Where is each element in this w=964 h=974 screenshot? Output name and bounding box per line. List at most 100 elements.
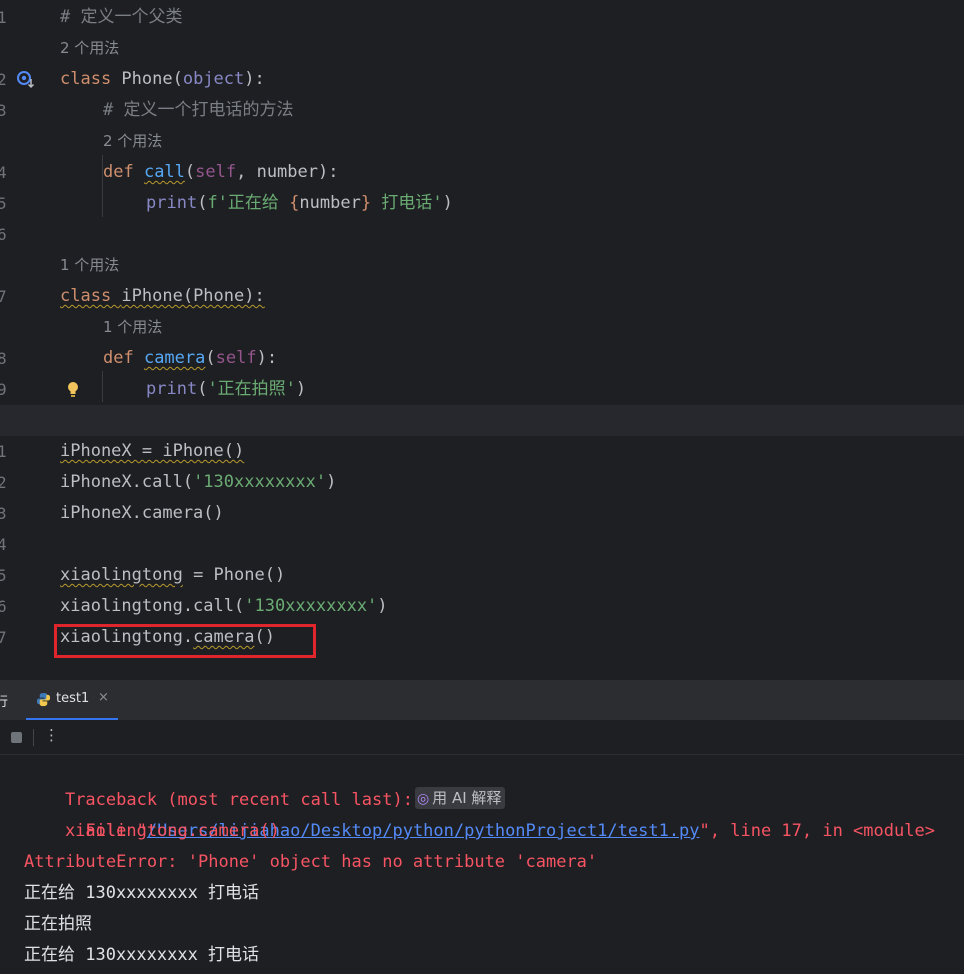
code-token: iPhone(Phone): — [121, 286, 265, 306]
code-line[interactable]: class Phone(object): — [0, 64, 964, 95]
usage-hint[interactable]: 1 个用法 — [60, 250, 119, 281]
code-token: ( — [205, 348, 216, 368]
code-token: def — [103, 162, 144, 182]
toolbar-divider — [33, 729, 34, 746]
code-line[interactable]: iPhoneX.camera() — [0, 498, 964, 529]
code-token: = Phone() — [182, 565, 286, 585]
usage-hint-line[interactable]: 1 个用法 — [0, 312, 964, 343]
code-token: 打电话' — [371, 193, 443, 213]
run-toolbar: ⋮ — [0, 720, 964, 755]
code-token: ) — [442, 193, 453, 213]
more-options-icon[interactable]: ⋮ — [44, 726, 59, 744]
code-token: , number): — [236, 162, 339, 182]
code-token: number — [299, 193, 361, 213]
code-line[interactable]: iPhoneX = iPhone() — [0, 436, 964, 467]
code-token: print — [146, 379, 198, 399]
code-token: f'正在给 — [207, 193, 290, 213]
code-token: ( — [184, 162, 196, 182]
usage-hint-line[interactable]: 1 个用法 — [0, 250, 964, 281]
python-icon — [36, 692, 51, 707]
code-line[interactable]: class iPhone(Phone): — [0, 281, 964, 312]
code-token: ) — [295, 379, 307, 399]
code-token: xiaolingtong — [60, 565, 183, 585]
tab-label: test1 — [56, 691, 90, 706]
code-token: '正在拍照' — [207, 379, 296, 399]
output-line: 正在给 130xxxxxxxx 打电话 — [24, 945, 260, 965]
code-token: { — [289, 193, 300, 213]
indent-guide — [102, 155, 103, 217]
code-token: } — [360, 193, 372, 213]
code-token: print — [146, 193, 198, 213]
usage-hint-line[interactable]: 2 个用法 — [0, 126, 964, 157]
file-suffix: ", line 17, in <module> — [699, 821, 935, 841]
code-token: iPhoneX.camera() — [60, 503, 224, 523]
lightbulb-icon[interactable] — [66, 381, 80, 399]
error-message: AttributeError: 'Phone' object has no at… — [24, 852, 598, 872]
code-text: class iPhone(Phone): — [60, 281, 265, 312]
code-token: call — [143, 162, 185, 182]
close-icon[interactable]: × — [98, 690, 109, 705]
code-editor[interactable]: 12345678901234567 # 定义一个父类2 个用法class Pho… — [0, 0, 964, 680]
code-token: self — [195, 162, 237, 182]
code-token: xiaolingtong.call( — [60, 596, 245, 616]
code-token: ): — [244, 69, 265, 89]
usage-hint[interactable]: 2 个用法 — [103, 126, 162, 157]
run-tabbar: 行 test1 × — [0, 680, 964, 721]
usage-hint[interactable]: 1 个用法 — [103, 312, 162, 343]
code-token: ( — [197, 193, 208, 213]
code-text: def camera(self): — [103, 343, 277, 374]
output-line: 正在给 130xxxxxxxx 打电话 — [24, 883, 260, 903]
code-token: Phone( — [121, 69, 183, 89]
stop-icon[interactable] — [11, 732, 22, 743]
code-text: iPhoneX = iPhone() — [60, 436, 244, 467]
code-text: xiaolingtong.call('130xxxxxxxx') — [60, 591, 388, 622]
code-text: xiaolingtong = Phone() — [60, 560, 285, 591]
code-text: # 定义一个打电话的方法 — [103, 95, 293, 126]
code-line[interactable]: print('正在拍照') — [0, 374, 964, 405]
code-token: def — [103, 348, 144, 368]
code-token: ) — [377, 596, 388, 616]
code-line[interactable]: def call(self, number): — [0, 157, 964, 188]
code-token: self — [215, 348, 257, 368]
code-token: ( — [197, 379, 208, 399]
code-token: iPhoneX = iPhone() — [60, 441, 245, 461]
traceback-line: Traceback (most recent call last): ◎ 用 AI … — [24, 754, 506, 810]
code-token: '130xxxxxxxx' — [244, 596, 378, 616]
code-line[interactable] — [0, 219, 964, 250]
code-line[interactable]: xiaolingtong = Phone() — [0, 560, 964, 591]
code-token: ): — [256, 348, 278, 368]
code-line[interactable]: iPhoneX.call('130xxxxxxxx') — [0, 467, 964, 498]
error-code-line: xiaolingtong.camera() — [24, 821, 280, 841]
code-line[interactable] — [0, 405, 964, 436]
code-line[interactable]: # 定义一个父类 — [0, 2, 964, 33]
indent-guide — [102, 371, 103, 402]
output-line: 正在拍照 — [24, 914, 92, 934]
panel-title: 行 — [0, 695, 9, 710]
code-line[interactable]: def camera(self): — [0, 343, 964, 374]
run-panel: 行 test1 × ⋮ Traceback (most recent call … — [0, 680, 964, 974]
code-token: ) — [326, 472, 337, 492]
code-text: iPhoneX.call('130xxxxxxxx') — [60, 467, 336, 498]
code-token: # 定义一个打电话的方法 — [103, 100, 294, 120]
code-token: '130xxxxxxxx' — [193, 472, 327, 492]
code-line[interactable]: xiaolingtong.call('130xxxxxxxx') — [0, 591, 964, 622]
code-token: class — [60, 286, 122, 306]
code-line[interactable] — [0, 529, 964, 560]
code-text: print('正在拍照') — [146, 374, 306, 405]
tab-test1[interactable]: test1 × — [26, 680, 118, 720]
annotation-highlight-box — [54, 624, 316, 658]
code-token: class — [60, 69, 122, 89]
file-line: File "/Users/lijiahao/Desktop/python/pyt… — [24, 785, 935, 841]
code-text: # 定义一个父类 — [60, 2, 182, 33]
usage-hint-line[interactable]: 2 个用法 — [0, 33, 964, 64]
code-token: object — [182, 69, 245, 89]
code-line[interactable]: print(f'正在给 {number} 打电话') — [0, 188, 964, 219]
code-token: camera — [143, 348, 206, 368]
code-token: # 定义一个父类 — [60, 7, 183, 27]
code-token: iPhoneX.call( — [60, 472, 194, 492]
code-text: class Phone(object): — [60, 64, 265, 95]
code-line[interactable]: # 定义一个打电话的方法 — [0, 95, 964, 126]
override-gear-icon[interactable] — [16, 70, 36, 90]
code-text: print(f'正在给 {number} 打电话') — [146, 188, 453, 219]
usage-hint[interactable]: 2 个用法 — [60, 33, 119, 64]
